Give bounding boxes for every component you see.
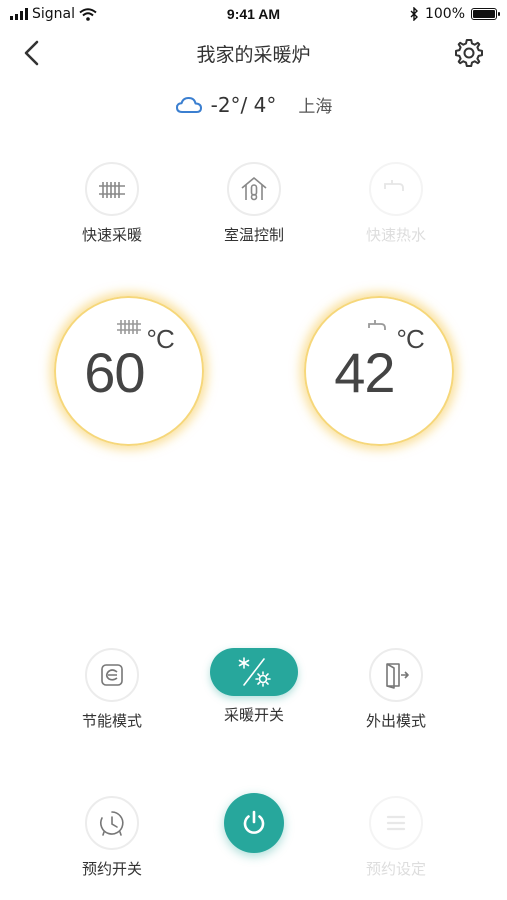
quick-hot-water-button[interactable]: 快速热水 xyxy=(336,162,456,245)
power-button[interactable] xyxy=(224,793,284,853)
timer-icon xyxy=(85,796,139,850)
heating-switch-label: 采暖开关 xyxy=(223,706,284,724)
radiator-icon xyxy=(85,162,139,216)
schedule-switch-button[interactable]: 预约开关 xyxy=(52,796,172,879)
schedule-settings-button[interactable]: 预约设定 xyxy=(336,796,456,879)
heating-temp-unit: °C xyxy=(146,324,175,355)
cloud-icon xyxy=(175,96,202,113)
schedule-switch-label: 预约开关 xyxy=(81,860,142,878)
gear-icon[interactable] xyxy=(453,37,485,69)
weather-bar: -2°/ 4° 上海 xyxy=(0,92,507,117)
page-title: 我家的采暖炉 xyxy=(196,44,311,66)
menu-icon xyxy=(369,796,423,850)
battery-percent: 100% xyxy=(424,6,465,22)
snow-sun-toggle-icon xyxy=(210,648,298,696)
quick-heating-label: 快速采暖 xyxy=(81,226,142,244)
eco-mode-label: 节能模式 xyxy=(81,712,142,730)
room-temp-control-label: 室温控制 xyxy=(223,226,284,244)
eco-icon xyxy=(85,648,139,702)
power-icon xyxy=(224,793,284,853)
heating-temp-dial[interactable]: 60°C xyxy=(54,296,204,446)
exit-door-icon xyxy=(369,648,423,702)
room-temp-control-button[interactable]: 室温控制 xyxy=(194,162,314,245)
heating-switch-button[interactable]: 采暖开关 xyxy=(194,648,314,725)
eco-mode-button[interactable]: 节能模式 xyxy=(52,648,172,731)
battery-icon xyxy=(471,8,500,20)
hot-water-temp-value: 42 xyxy=(334,341,395,404)
schedule-settings-label: 预约设定 xyxy=(365,860,426,878)
bluetooth-icon xyxy=(410,7,418,21)
faucet-icon xyxy=(369,162,423,216)
heating-temp-value: 60 xyxy=(84,341,145,404)
faucet-icon xyxy=(304,318,454,336)
radiator-icon xyxy=(54,318,204,336)
nav-bar: 我家的采暖炉 xyxy=(0,28,507,78)
away-mode-button[interactable]: 外出模式 xyxy=(336,648,456,731)
weather-city: 上海 xyxy=(298,97,333,117)
house-thermometer-icon xyxy=(227,162,281,216)
away-mode-label: 外出模式 xyxy=(365,712,426,730)
hot-water-temp-unit: °C xyxy=(396,324,425,355)
quick-heating-button[interactable]: 快速采暖 xyxy=(52,162,172,245)
hot-water-temp-dial[interactable]: 42°C xyxy=(304,296,454,446)
weather-temp-range: -2°/ 4° xyxy=(210,92,277,117)
quick-hot-water-label: 快速热水 xyxy=(365,226,426,244)
status-bar: Signal 9:41 AM 100% xyxy=(0,0,507,28)
